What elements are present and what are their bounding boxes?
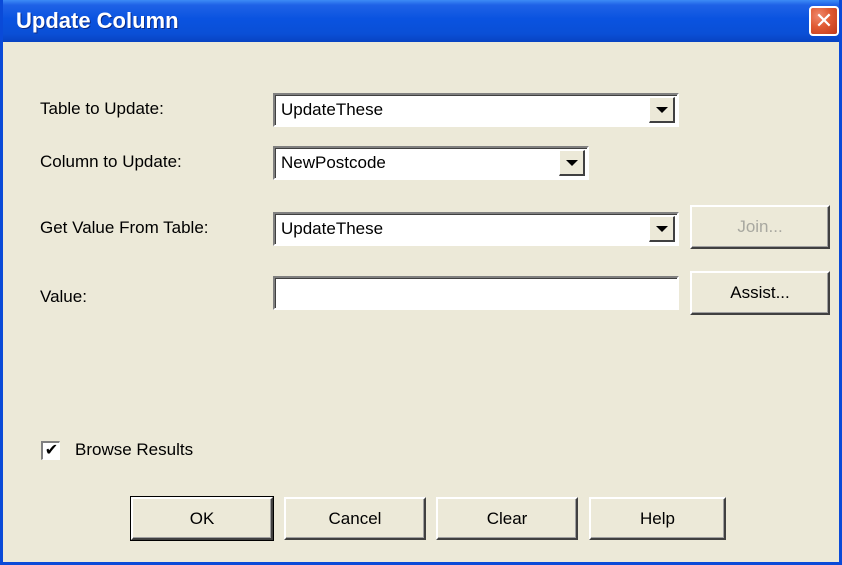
column-to-update-dropdown[interactable]: NewPostcode xyxy=(273,146,589,180)
chevron-down-icon[interactable] xyxy=(559,150,585,176)
checkmark-icon: ✔ xyxy=(44,442,59,459)
browse-results-checkbox[interactable]: ✔ xyxy=(41,441,60,460)
value-label: Value: xyxy=(40,287,87,306)
chevron-down-icon[interactable] xyxy=(649,97,675,123)
get-value-from-table-dropdown[interactable]: UpdateThese xyxy=(273,212,679,246)
clear-button[interactable]: Clear xyxy=(436,497,578,540)
column-to-update-label: Column to Update: xyxy=(40,152,182,171)
ok-button[interactable]: OK xyxy=(130,496,274,541)
get-value-from-table-label: Get Value From Table: xyxy=(40,218,209,237)
column-to-update-value: NewPostcode xyxy=(281,153,386,172)
join-button[interactable]: Join... xyxy=(690,205,830,249)
window-title: Update Column xyxy=(16,8,179,33)
cancel-button[interactable]: Cancel xyxy=(284,497,426,540)
chevron-down-icon[interactable] xyxy=(649,216,675,242)
table-to-update-value: UpdateThese xyxy=(281,100,384,119)
title-bar[interactable]: Update Column ✕ xyxy=(3,0,839,42)
update-column-dialog: Update Column ✕ Table to Update: UpdateT… xyxy=(0,0,842,565)
browse-results-label[interactable]: Browse Results xyxy=(75,436,193,464)
assist-button[interactable]: Assist... xyxy=(690,271,830,315)
value-input[interactable] xyxy=(273,276,679,310)
table-to-update-dropdown[interactable]: UpdateThese xyxy=(273,93,679,127)
close-icon: ✕ xyxy=(814,8,834,33)
close-button[interactable]: ✕ xyxy=(809,6,839,36)
get-value-from-table-value: UpdateThese xyxy=(281,219,384,238)
help-button[interactable]: Help xyxy=(589,497,726,540)
table-to-update-label: Table to Update: xyxy=(40,99,164,118)
